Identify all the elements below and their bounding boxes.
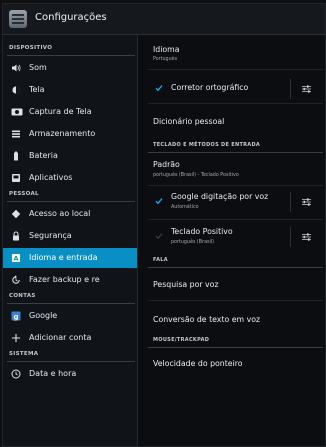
sidebar-item-seguranca[interactable]: Segurança [3,226,137,246]
divider [290,79,291,99]
corretor-label[interactable]: Corretor ortográfico [171,83,248,92]
divider [290,227,291,247]
sidebar-item-fazer-backup[interactable]: Fazer backup e re [3,270,137,290]
divider [290,192,291,212]
corretor-checkbox[interactable] [155,84,163,92]
google-voz-settings-icon[interactable] [301,197,312,207]
conversao-texto-voz[interactable]: Conversão de texto em voz [153,315,260,324]
location-icon [11,209,21,219]
brightness-icon [11,85,21,95]
teclado-positivo-sub: português (Brasil) [171,240,215,245]
svg-text:g: g [13,313,18,321]
section-header-mouse: MOUSE/TRACKPAD [153,337,210,343]
sidebar-item-label: Bateria [29,151,58,160]
language-input-panel: Idioma Português Corretor ortográfico Di… [138,35,325,446]
divider [148,185,323,186]
svg-text:A: A [13,255,18,263]
lock-icon [11,231,21,241]
section-header-pessoal: PESSOAL [9,191,39,197]
sidebar-item-label: Data e hora [29,369,77,378]
section-divider [148,152,323,153]
divider [148,300,323,301]
section-header-contas: CONTAS [9,293,36,299]
teclado-positivo-checkbox[interactable] [155,232,163,240]
sidebar-item-label: Google [29,311,58,320]
section-divider [7,303,135,304]
apps-icon [11,173,21,183]
section-divider [7,201,135,202]
section-divider [148,267,323,268]
clock-icon [11,369,21,379]
padrao-title: Padrão [153,160,180,169]
pesquisa-por-voz[interactable]: Pesquisa por voz [153,280,219,289]
sidebar-item-label: Segurança [29,231,72,240]
section-header-dispositivo: DISPOSITIVO [9,45,53,51]
app-title: Configurações [35,12,107,23]
sidebar-item-label: Acesso ao local [29,209,91,218]
idioma-title: Idioma [153,45,180,54]
sidebar-item-label: Armazenamento [29,129,96,138]
sidebar-item-aplicativos[interactable]: Aplicativos [3,168,137,188]
section-divider [7,361,135,362]
settings-app-icon[interactable] [9,10,27,28]
google-voz-title[interactable]: Google digitação por voz [171,192,268,201]
sidebar-item-som[interactable]: Som [3,58,137,78]
sidebar-item-data-e-hora[interactable]: Data e hora [3,364,137,384]
sidebar-item-label: Aplicativos [29,173,73,182]
sidebar-item-label: Adicionar conta [29,333,92,342]
sidebar-item-armazenamento[interactable]: Armazenamento [3,124,137,144]
settings-sidebar: DISPOSITIVO Som Tela Captura de Tela Arm… [3,35,137,446]
divider [148,103,323,104]
sidebar-item-adicionar-conta[interactable]: Adicionar conta [3,328,137,348]
google-icon: g [11,311,21,321]
sidebar-item-label: Tela [29,85,45,94]
sidebar-item-google[interactable]: g Google [3,306,137,326]
dicionario-pessoal[interactable]: Dicionário pessoal [153,117,224,126]
section-header-sistema: SISTEMA [9,351,39,357]
plus-icon [11,333,21,343]
sidebar-item-tela[interactable]: Tela [3,80,137,100]
divider [148,219,323,220]
section-header-fala: FALA [153,257,168,263]
sidebar-item-acesso-ao-local[interactable]: Acesso ao local [3,204,137,224]
padrao-value: português (Brasil) - Teclado Positivo [153,173,239,178]
sidebar-item-label: Som [29,63,47,72]
google-voz-sub: Automático [171,205,199,210]
sidebar-item-captura-de-tela[interactable]: Captura de Tela [3,102,137,122]
section-header-teclado: TECLADO E MÉTODOS DE ENTRADA [153,142,261,148]
corretor-settings-icon[interactable] [301,84,312,94]
speaker-icon [11,63,21,73]
sidebar-item-idioma-e-entrada[interactable]: A Idioma e entrada [3,248,137,268]
battery-icon [11,151,21,161]
sidebar-item-label: Idioma e entrada [29,253,98,262]
section-divider [148,347,323,348]
screenshot-icon [11,107,23,117]
idioma-value: Português [153,57,178,62]
sidebar-item-bateria[interactable]: Bateria [3,146,137,166]
teclado-positivo-title[interactable]: Teclado Positivo [171,227,233,236]
section-divider [7,55,135,56]
velocidade-do-ponteiro[interactable]: Velocidade do ponteiro [153,359,243,368]
backup-icon [11,275,21,285]
sidebar-item-label: Captura de Tela [29,107,92,116]
storage-icon [11,129,21,139]
divider [148,69,323,70]
settings-window: Configurações DISPOSITIVO Som Tela Captu… [2,3,326,447]
teclado-positivo-settings-icon[interactable] [301,232,312,242]
keyboard-icon: A [11,253,21,263]
google-voz-checkbox[interactable] [155,197,163,205]
sidebar-item-label: Fazer backup e re [29,275,100,284]
action-bar: Configurações [3,4,325,35]
